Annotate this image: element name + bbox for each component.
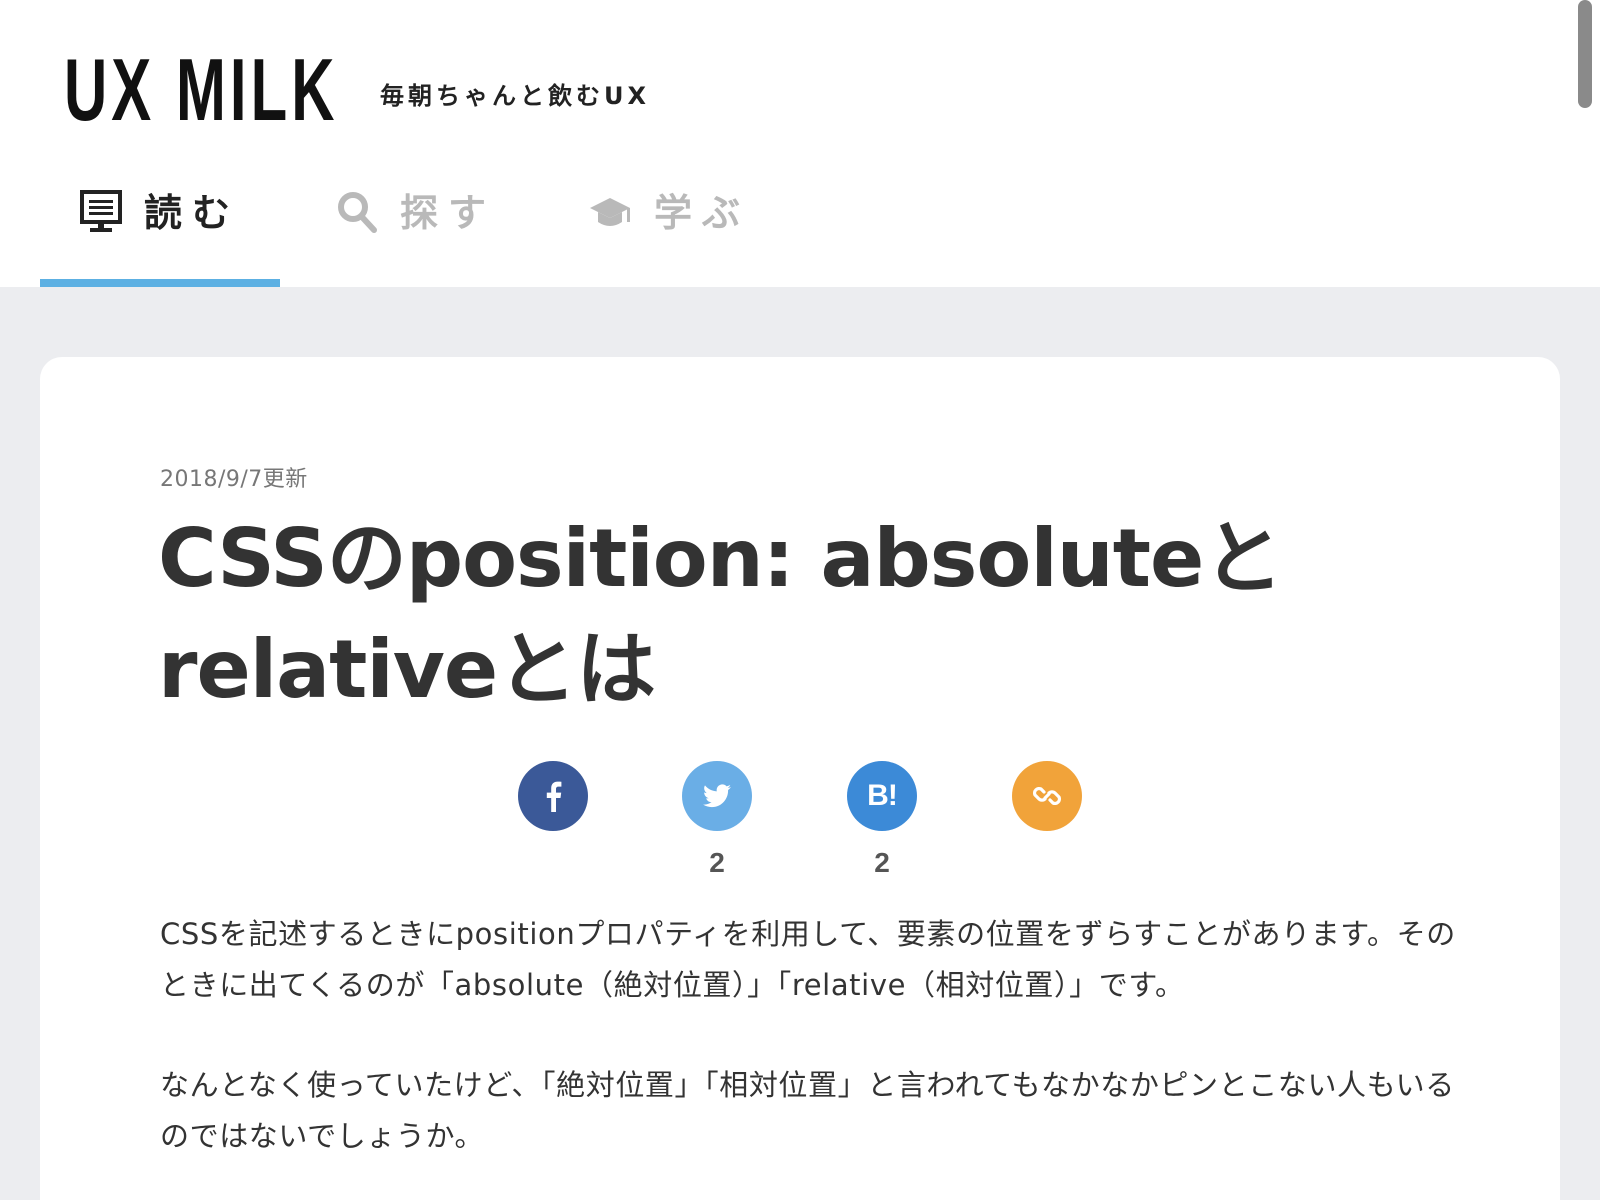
tab-learn[interactable]: 学ぶ (588, 180, 750, 287)
share-hatena-button[interactable]: B! (847, 761, 917, 831)
active-tab-indicator (40, 279, 280, 287)
share-facebook (518, 761, 588, 883)
search-icon (336, 190, 378, 234)
share-link (1012, 761, 1082, 883)
article-date: 2018/9/7更新 (160, 467, 308, 492)
share-hatena: B! 2 (847, 761, 917, 883)
twitter-icon (703, 784, 731, 808)
hatena-bookmark-icon: B! (867, 779, 898, 812)
share-twitter-button[interactable] (682, 761, 752, 831)
tab-read-label: 読む (143, 190, 240, 235)
tab-search[interactable]: 探す (336, 180, 496, 287)
site-tagline: 毎朝ちゃんと飲むUX (380, 82, 650, 110)
tab-learn-label: 学ぶ (654, 190, 751, 235)
article-card: 2018/9/7更新 CSSのposition: absoluteと relat… (40, 357, 1560, 1200)
share-hatena-count: 2 (874, 847, 890, 878)
article-paragraph: なんとなく使っていたけど、「絶対位置」「相対位置」と言われてもなかなかピンとこな… (160, 1068, 1455, 1153)
link-icon (1032, 781, 1062, 811)
facebook-icon (543, 780, 563, 812)
graduation-cap-icon (588, 190, 632, 234)
article-title-line-2: relativeとは (158, 623, 656, 716)
site-logo[interactable]: UX MILK (64, 46, 339, 134)
share-twitter-count: 2 (709, 847, 725, 878)
scrollbar-thumb[interactable] (1578, 0, 1592, 108)
share-facebook-button[interactable] (518, 761, 588, 831)
share-twitter: 2 (682, 761, 752, 883)
article-title: CSSのposition: absoluteと relativeとは (158, 503, 1338, 725)
copy-link-button[interactable] (1012, 761, 1082, 831)
article-title-line-1: CSSのposition: absoluteと (158, 512, 1283, 605)
site-header: UX MILK 毎朝ちゃんと飲むUX 読む 探す 学ぶ (0, 0, 1600, 287)
article-paragraph: CSSを記述するときにpositionプロパティを利用して、要素の位置をずらすこ… (160, 917, 1456, 1002)
tab-search-label: 探す (400, 190, 497, 235)
monitor-icon (79, 190, 122, 234)
tab-read[interactable]: 読む (40, 180, 280, 287)
